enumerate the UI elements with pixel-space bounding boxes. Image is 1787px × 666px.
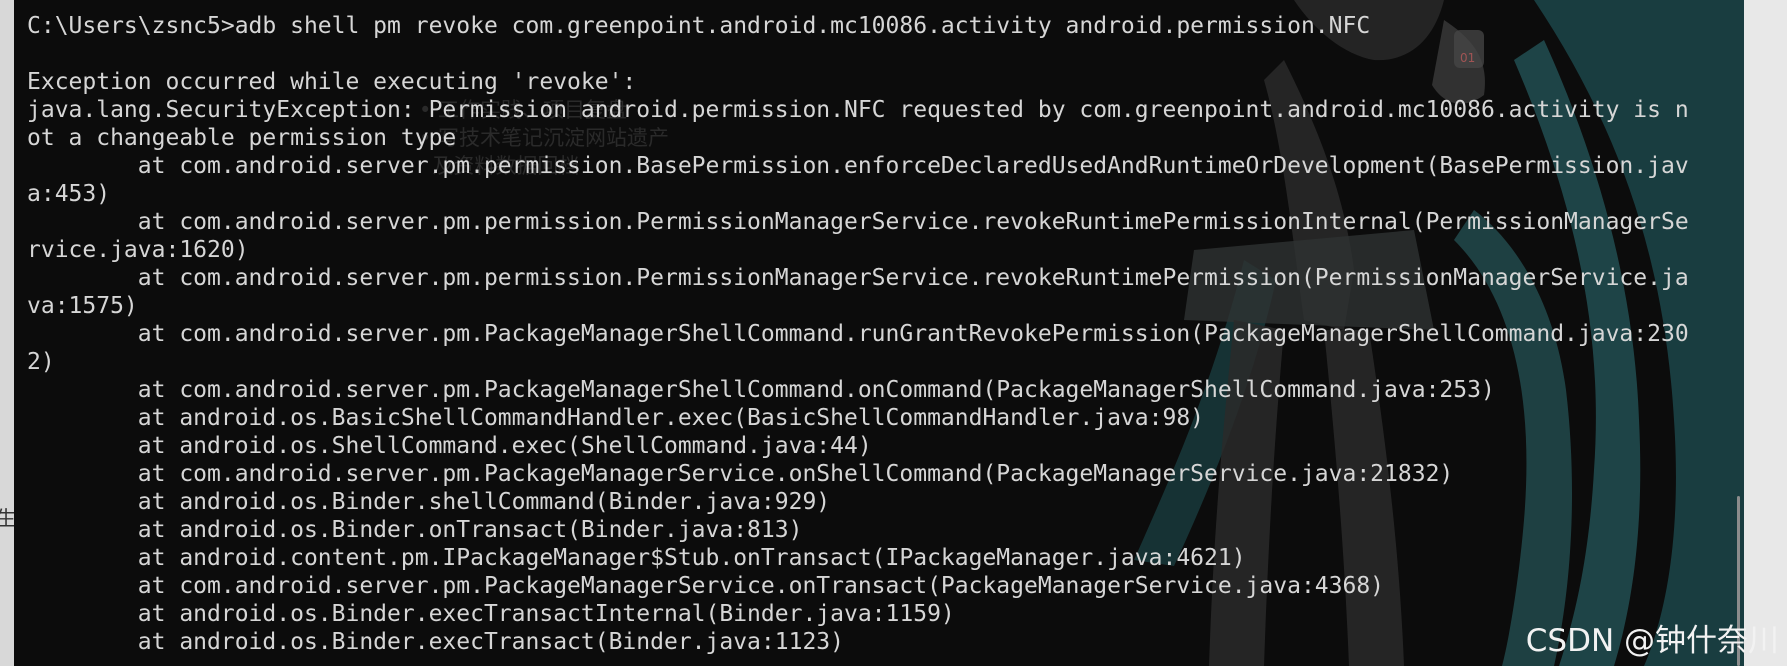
terminal-line: 2) [27,349,55,375]
terminal-line: at com.android.server.pm.permission.Base… [27,153,1689,179]
terminal-output[interactable]: C:\Users\zsnc5>adb shell pm revoke com.g… [27,12,1689,656]
terminal-line: at android.os.Binder.onTransact(Binder.j… [27,517,803,543]
terminal-line: at android.os.Binder.shellCommand(Binder… [27,489,831,515]
terminal-line: at com.android.server.pm.PackageManagerS… [27,321,1689,347]
csdn-watermark: CSDN @钟什奈川 [1525,623,1779,659]
terminal-line: a:453) [27,181,111,207]
terminal-line: Exception occurred while executing 'revo… [27,69,637,95]
terminal-line: at android.os.Binder.execTransact(Binder… [27,629,844,655]
terminal-line: at com.android.server.pm.permission.Perm… [27,209,1689,235]
terminal-line: rvice.java:1620) [27,237,249,263]
background-page-edge-right [1744,0,1787,666]
terminal-scrollbar[interactable] [1733,0,1743,666]
background-page-edge: 生成目录 [0,0,76,666]
terminal-line: at android.content.pm.IPackageManager$St… [27,545,1246,571]
terminal-line: at com.android.server.pm.permission.Perm… [27,265,1689,291]
terminal-line: at com.android.server.pm.PackageManagerS… [27,377,1495,403]
terminal-line: at android.os.ShellCommand.exec(ShellCom… [27,433,872,459]
terminal-line: at com.android.server.pm.PackageManagerS… [27,461,1454,487]
terminal-window[interactable]: 01 • 工作实践、项目复盘 • 写技术笔记沉淀网站遗产 及资料数据回档 C:\… [14,0,1744,666]
terminal-line: va:1575) [27,293,138,319]
terminal-line: java.lang.SecurityException: Permission … [27,97,1689,123]
terminal-line: at android.os.Binder.execTransactInterna… [27,601,955,627]
terminal-line: at android.os.BasicShellCommandHandler.e… [27,405,1205,431]
terminal-command-line: C:\Users\zsnc5>adb shell pm revoke com.g… [27,13,1371,39]
terminal-line: ot a changeable permission type [27,125,457,151]
terminal-line: at com.android.server.pm.PackageManagerS… [27,573,1385,599]
